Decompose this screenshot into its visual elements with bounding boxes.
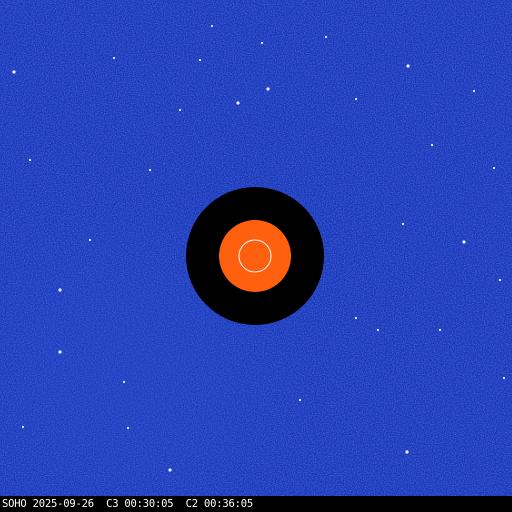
- star-point: [492, 166, 496, 170]
- star-point: [406, 64, 410, 68]
- star-point: [354, 316, 358, 320]
- star-point: [260, 41, 264, 45]
- star-point: [198, 58, 202, 62]
- star-point: [236, 101, 240, 105]
- caption-bar: SOHO 2025-09-26 C3 00:30:05 C2 00:36:05: [0, 496, 512, 512]
- star-point: [168, 468, 172, 472]
- coronagraph-field: [0, 0, 512, 496]
- star-point: [438, 328, 442, 332]
- star-point: [178, 108, 182, 112]
- star-point: [266, 87, 270, 91]
- star-point: [58, 350, 62, 354]
- star-point: [298, 398, 302, 402]
- star-point: [376, 328, 380, 332]
- star-point: [148, 168, 152, 172]
- star-point: [401, 222, 405, 226]
- star-point: [126, 426, 130, 430]
- star-point: [498, 278, 502, 282]
- sun-disk: [219, 220, 291, 292]
- star-point: [112, 56, 116, 60]
- star-point: [324, 35, 328, 39]
- star-point: [354, 97, 358, 101]
- star-point: [472, 89, 476, 93]
- star-point: [462, 240, 466, 244]
- star-point: [430, 143, 434, 147]
- star-point: [405, 450, 409, 454]
- star-point: [28, 158, 32, 162]
- star-point: [58, 288, 62, 292]
- coronagraph-image: SOHO 2025-09-26 C3 00:30:05 C2 00:36:05: [0, 0, 512, 512]
- star-point: [210, 24, 214, 28]
- star-point: [21, 425, 25, 429]
- star-point: [88, 238, 92, 242]
- star-point: [12, 70, 16, 74]
- star-point: [122, 380, 126, 384]
- caption-text: SOHO 2025-09-26 C3 00:30:05 C2 00:36:05: [2, 498, 253, 510]
- star-point: [502, 376, 506, 380]
